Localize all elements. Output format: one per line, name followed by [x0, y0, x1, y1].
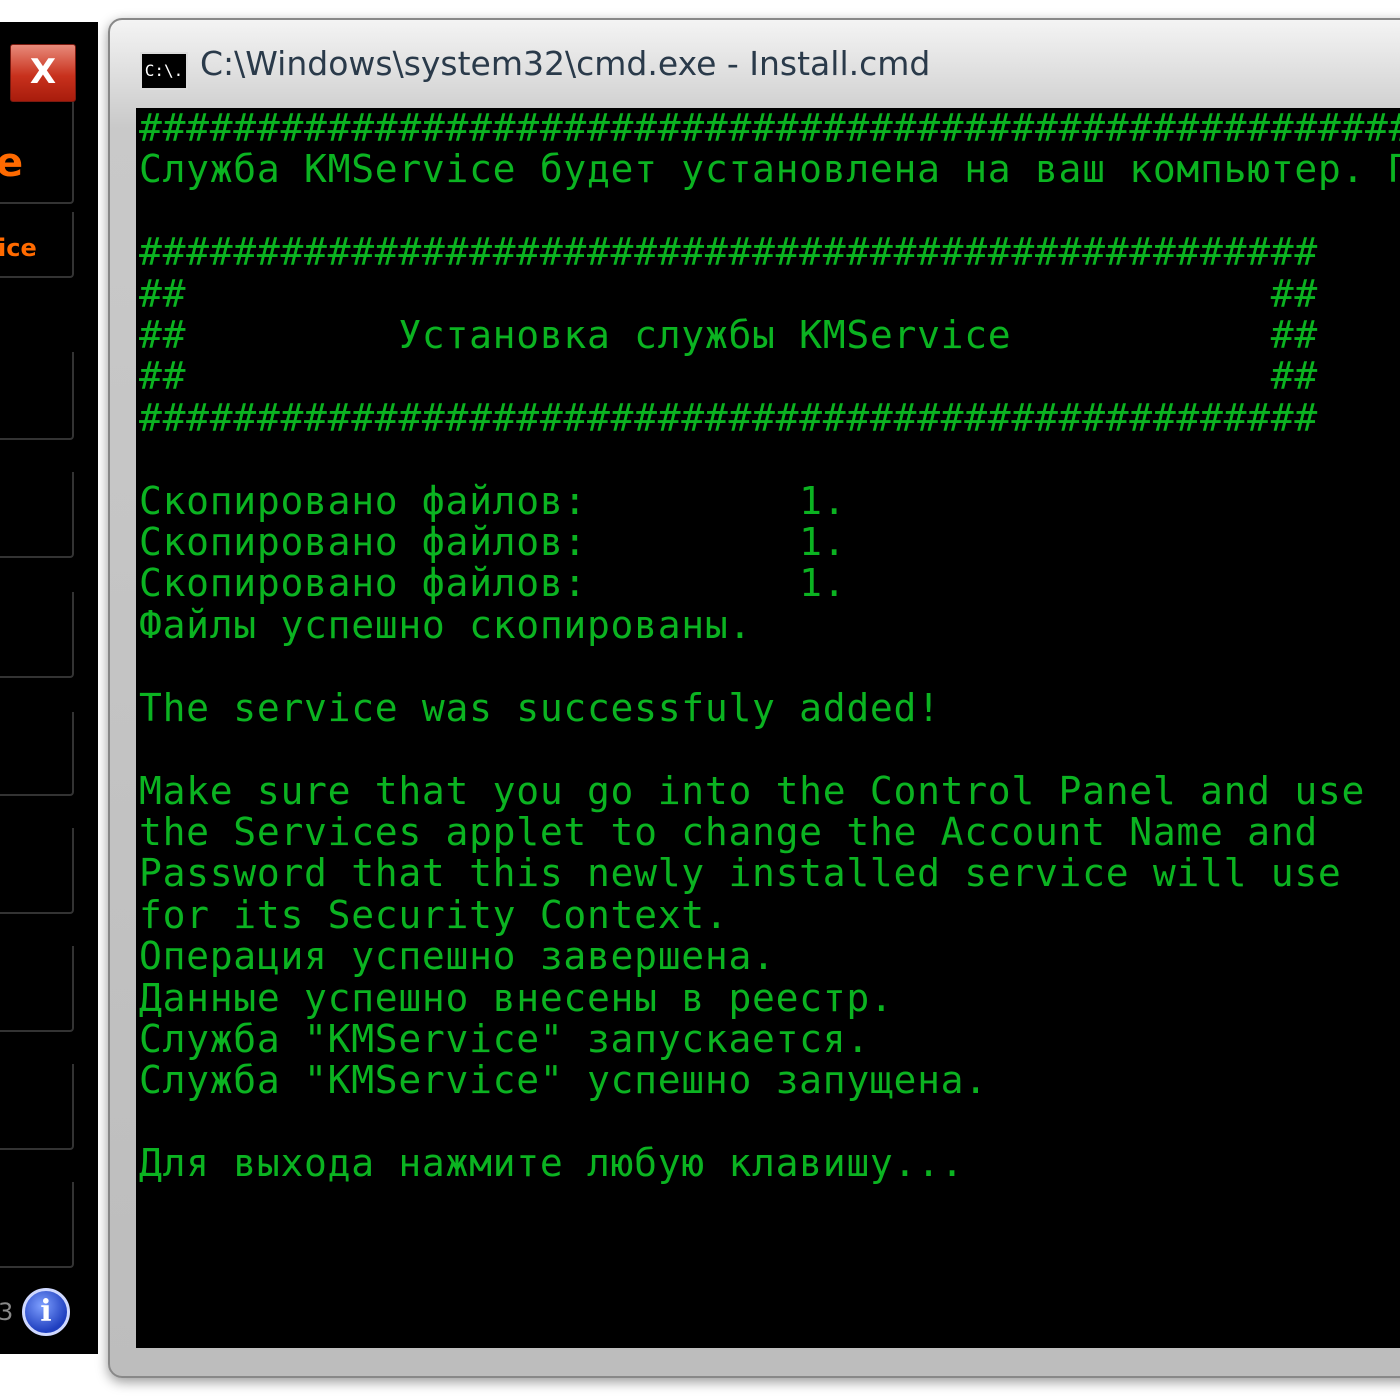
panel-button[interactable] — [0, 1064, 74, 1150]
panel-box — [0, 212, 74, 278]
window-title: C:\Windows\system32\cmd.exe - Install.cm… — [200, 44, 931, 83]
console-output[interactable]: ########################################… — [136, 108, 1400, 1348]
background-app-panel: X e ice 3 i — [0, 22, 98, 1354]
console-line: ## ## — [139, 354, 1318, 399]
panel-button[interactable] — [0, 352, 74, 440]
console-line: Данные успешно внесены в реестр. — [139, 975, 894, 1020]
panel-button[interactable] — [0, 946, 74, 1032]
cmd-window: C:\. C:\Windows\system32\cmd.exe - Insta… — [108, 18, 1400, 1378]
console-line: Файлы успешно скопированы. — [139, 602, 753, 647]
panel-button[interactable] — [0, 592, 74, 678]
console-line: for its Security Context. — [139, 892, 729, 937]
console-line: Операция успешно завершена. — [139, 934, 776, 979]
panel-button[interactable] — [0, 828, 74, 914]
console-line: ########################################… — [139, 230, 1318, 275]
console-line: Скопировано файлов: 1. — [139, 520, 847, 565]
console-line: Make sure that you go into the Control P… — [139, 768, 1366, 813]
panel-button[interactable] — [0, 1182, 74, 1268]
console-line: ## ## — [139, 271, 1318, 316]
console-line: ## Установка службы KMService ## — [139, 313, 1318, 358]
console-line: Для выхода нажмите любую клавишу... — [139, 1141, 965, 1186]
panel-button[interactable] — [0, 472, 74, 558]
panel-box — [0, 102, 74, 204]
console-text: ########################################… — [139, 108, 1400, 1185]
console-line: the Services applet to change the Accoun… — [139, 809, 1318, 854]
console-line: The service was successfuly added! — [139, 685, 941, 730]
console-line: Служба "KMService" успешно запущена. — [139, 1058, 988, 1103]
close-button[interactable]: X — [10, 44, 76, 102]
cmd-icon: C:\. — [140, 52, 188, 90]
panel-button[interactable] — [0, 712, 74, 796]
info-icon[interactable]: i — [22, 1288, 70, 1336]
version-text: 3 — [0, 1298, 14, 1326]
console-line: Скопировано файлов: 1. — [139, 561, 847, 606]
console-line: Скопировано файлов: 1. — [139, 478, 847, 523]
console-line: Служба KMService будет установлена на ва… — [139, 147, 1400, 192]
console-line: ########################################… — [139, 108, 1400, 150]
console-line: Служба "KMService" запускается. — [139, 1016, 870, 1061]
console-line: ########################################… — [139, 395, 1318, 440]
console-line: Password that this newly installed servi… — [139, 851, 1342, 896]
